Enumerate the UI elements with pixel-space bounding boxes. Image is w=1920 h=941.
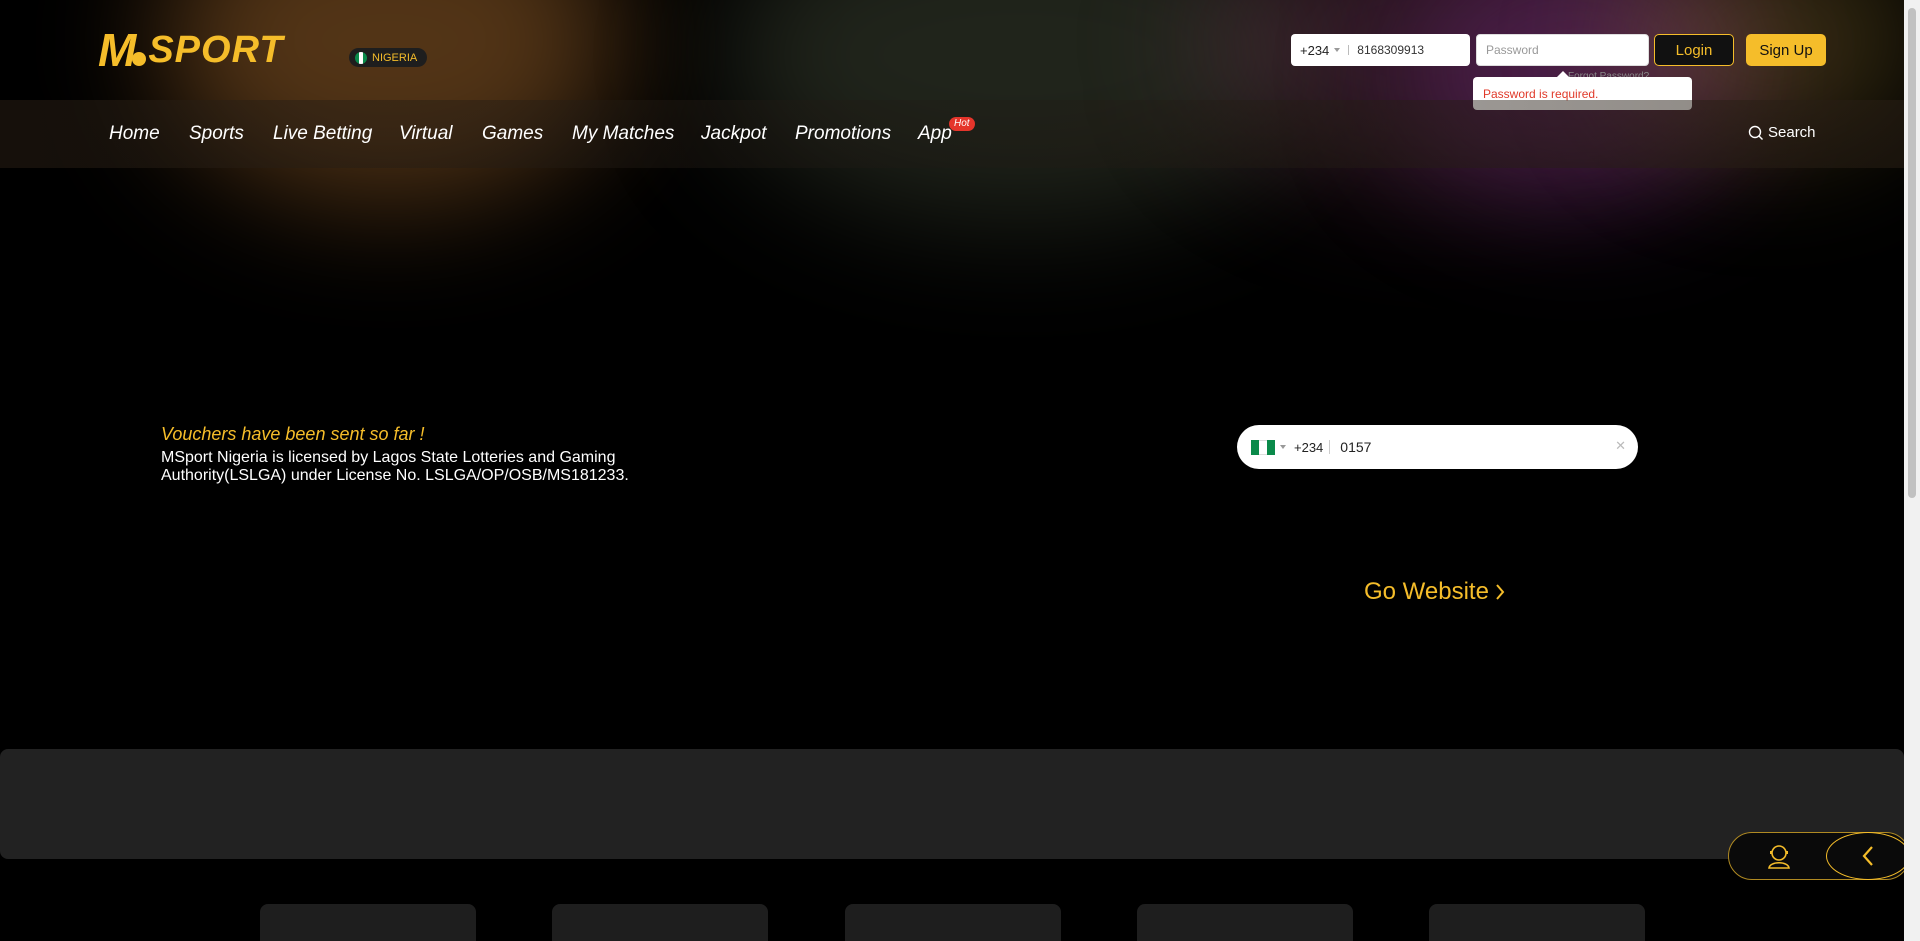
- msport-logo[interactable]: M SPORT: [98, 24, 340, 76]
- signup-button[interactable]: Sign Up: [1746, 34, 1826, 66]
- logo-m: M: [98, 24, 136, 76]
- go-website-label: Go Website: [1364, 578, 1489, 605]
- nav-my-matches[interactable]: My Matches: [572, 123, 674, 145]
- hot-badge: Hot: [949, 117, 975, 131]
- nav-jackpot[interactable]: Jackpot: [701, 123, 766, 145]
- feature-card[interactable]: [552, 904, 768, 941]
- chevron-down-icon: [1334, 47, 1341, 52]
- login-button[interactable]: Login: [1654, 34, 1734, 66]
- license-text: MSport Nigeria is licensed by Lagos Stat…: [161, 449, 629, 484]
- password-placeholder: Password: [1486, 43, 1539, 57]
- nav-home[interactable]: Home: [109, 123, 160, 145]
- go-website-link[interactable]: Go Website: [1364, 578, 1505, 606]
- vouchers-heading: Vouchers have been sent so far !: [161, 424, 425, 444]
- close-icon[interactable]: ✕: [1615, 438, 1626, 454]
- nigeria-flag-icon: [1251, 439, 1275, 455]
- nav-sports[interactable]: Sports: [189, 123, 244, 145]
- scrollbar-thumb[interactable]: [1908, 8, 1916, 498]
- collapse-button[interactable]: [1826, 832, 1904, 880]
- nav-live-betting[interactable]: Live Betting: [273, 123, 372, 145]
- app-download-phone-field[interactable]: +234 0157 ✕: [1237, 425, 1638, 469]
- nav-promotions[interactable]: Promotions: [795, 123, 891, 145]
- page: M SPORT NIGERIA +234 8168309913 Password…: [0, 0, 1904, 941]
- customer-service-icon[interactable]: [1764, 842, 1794, 870]
- feature-card[interactable]: [1137, 904, 1353, 941]
- nav-virtual[interactable]: Virtual: [399, 123, 453, 145]
- divider: [1329, 440, 1331, 454]
- chevron-right-icon: [1496, 584, 1505, 600]
- feature-card[interactable]: [845, 904, 1061, 941]
- feature-card[interactable]: [260, 904, 476, 941]
- chevron-down-icon[interactable]: [1280, 444, 1286, 449]
- nigeria-flag-icon: [355, 51, 367, 64]
- password-field[interactable]: Password: [1476, 34, 1649, 66]
- phone-input[interactable]: 8168309913: [1357, 43, 1424, 57]
- chevron-left-icon: [1862, 846, 1873, 866]
- country-label: NIGERIA: [372, 51, 418, 64]
- search-button[interactable]: Search: [1748, 124, 1816, 141]
- nav-app[interactable]: App: [918, 123, 952, 145]
- content-band: [0, 749, 1904, 859]
- phone-code[interactable]: +234: [1294, 440, 1323, 455]
- phone-field[interactable]: +234 8168309913: [1291, 34, 1470, 66]
- phone-input[interactable]: 0157: [1340, 439, 1371, 455]
- divider: [1348, 45, 1350, 55]
- logo-dot: [132, 52, 147, 66]
- logo-text: SPORT: [148, 29, 284, 71]
- feature-card[interactable]: [1429, 904, 1645, 941]
- nav-games[interactable]: Games: [482, 123, 543, 145]
- phone-code-select[interactable]: +234: [1291, 43, 1329, 58]
- search-icon: [1748, 125, 1763, 140]
- country-badge[interactable]: NIGERIA: [349, 48, 428, 67]
- search-label: Search: [1768, 124, 1816, 141]
